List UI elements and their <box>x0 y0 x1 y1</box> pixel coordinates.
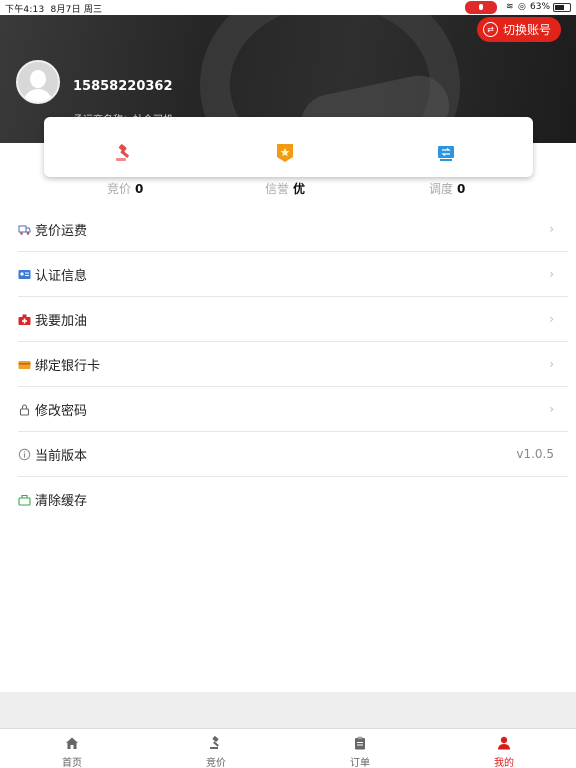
tab-bar: 首页 竞价 订单 我的 <box>0 728 576 768</box>
stat-reputation[interactable]: 信誉优 <box>265 180 305 197</box>
wifi-icon: ≋ <box>506 2 514 12</box>
status-time: 下午4:13 8月7日 周三 <box>5 5 103 15</box>
status-date: 8月7日 周三 <box>50 5 103 15</box>
menu-refuel[interactable]: 我要加油 › <box>18 297 568 342</box>
menu-change-password[interactable]: 修改密码 › <box>18 387 568 432</box>
tab-label: 竞价 <box>206 758 226 768</box>
orientation-lock-icon: ◎ <box>518 2 526 12</box>
menu-label: 清除缓存 <box>35 494 88 509</box>
menu-bid-freight[interactable]: 竞价运费 › <box>18 207 568 252</box>
user-icon <box>498 736 510 750</box>
settings-menu: 竞价运费 › 认证信息 › 我要加油 › 绑定银行卡 › 修改密码 › 当前版本… <box>18 207 568 522</box>
gavel-icon <box>210 736 219 749</box>
menu-label: 竞价运费 <box>35 223 88 239</box>
chevron-right-icon: › <box>549 402 554 416</box>
tab-label: 订单 <box>350 758 370 768</box>
gavel-icon[interactable] <box>114 143 134 163</box>
chevron-right-icon: › <box>549 312 554 326</box>
stat-dispatch-value: 0 <box>457 182 466 196</box>
avatar[interactable] <box>16 60 60 104</box>
tab-bidding[interactable]: 竞价 <box>144 729 288 768</box>
dispatch-icon[interactable] <box>436 143 456 163</box>
clipboard-icon <box>355 736 365 750</box>
battery-percent: 63% <box>530 2 551 12</box>
menu-label: 绑定银行卡 <box>35 358 101 374</box>
chevron-right-icon: › <box>549 357 554 371</box>
menu-label: 修改密码 <box>35 403 88 419</box>
battery-icon <box>553 3 571 12</box>
menu-label: 认证信息 <box>35 268 88 284</box>
reputation-badge-icon[interactable] <box>275 143 295 163</box>
home-icon <box>66 737 78 749</box>
stat-reputation-value: 优 <box>293 182 306 196</box>
truck-icon <box>18 225 31 235</box>
tab-home[interactable]: 首页 <box>0 729 144 768</box>
stat-dispatch[interactable]: 调度 0 <box>429 180 465 197</box>
switch-account-button[interactable]: ⇄ 切换账号 <box>476 17 561 42</box>
swap-icon: ⇄ <box>482 22 498 37</box>
menu-current-version: 当前版本 v1.0.5 <box>18 432 568 477</box>
clear-cache-icon <box>18 494 31 506</box>
stats-card <box>44 117 533 177</box>
chevron-right-icon: › <box>549 267 554 281</box>
lock-icon <box>19 403 30 416</box>
info-icon <box>18 448 31 460</box>
user-phone: 15858220362 <box>73 79 173 94</box>
menu-clear-cache[interactable]: 清除缓存 <box>18 477 568 522</box>
menu-bind-bank-card[interactable]: 绑定银行卡 › <box>18 342 568 387</box>
menu-certification[interactable]: 认证信息 › <box>18 252 568 297</box>
chevron-right-icon: › <box>549 222 554 236</box>
status-bar: 下午4:13 8月7日 周三 ≋ ◎ 63% <box>0 0 576 15</box>
tab-label: 首页 <box>62 758 82 768</box>
bottom-spacer <box>0 692 576 728</box>
version-value: v1.0.5 <box>516 447 554 461</box>
tab-label: 我的 <box>494 758 514 768</box>
microphone-indicator-icon <box>465 1 497 14</box>
id-card-icon <box>18 269 31 279</box>
tab-orders[interactable]: 订单 <box>288 729 432 768</box>
menu-label: 当前版本 <box>35 448 88 464</box>
bank-card-icon <box>18 360 31 369</box>
tab-mine[interactable]: 我的 <box>432 729 576 768</box>
stat-bidding[interactable]: 竞价 0 <box>107 180 143 197</box>
fuel-icon <box>18 314 31 325</box>
menu-label: 我要加油 <box>35 313 88 329</box>
switch-account-label: 切换账号 <box>502 23 551 37</box>
stat-bidding-value: 0 <box>135 182 144 196</box>
